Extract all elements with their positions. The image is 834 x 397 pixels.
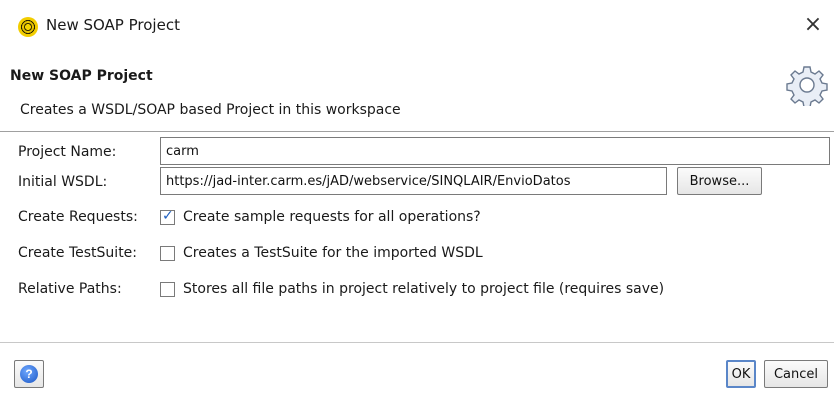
header-description: Creates a WSDL/SOAP based Project in thi… [20,102,401,118]
ok-button[interactable]: OK [726,360,756,388]
dialog-header: New SOAP Project Creates a WSDL/SOAP bas… [0,52,834,132]
relative-paths-option[interactable]: Stores all file paths in project relativ… [160,281,664,297]
header-title: New SOAP Project [10,68,153,84]
relative-paths-text: Stores all file paths in project relativ… [183,281,665,297]
initial-wsdl-label: Initial WSDL: [18,174,108,190]
cancel-button[interactable]: Cancel [764,360,828,388]
help-button[interactable]: ? [14,360,44,388]
title-bar: New SOAP Project × [0,0,834,52]
relative-paths-label: Relative Paths: [18,281,122,297]
create-testsuite-option[interactable]: Creates a TestSuite for the imported WSD… [160,245,483,261]
initial-wsdl-input[interactable] [160,167,667,195]
create-requests-checkbox[interactable] [160,208,175,225]
project-name-label: Project Name: [18,144,117,160]
relative-paths-checkbox[interactable] [160,281,175,297]
window-title: New SOAP Project [46,16,180,34]
create-requests-label: Create Requests: [18,209,138,225]
help-icon: ? [20,365,38,383]
create-testsuite-label: Create TestSuite: [18,245,138,261]
close-button[interactable]: × [800,12,826,38]
create-requests-option[interactable]: Create sample requests for all operation… [160,208,481,225]
project-form: Project Name: Initial WSDL: Browse... Cr… [0,133,834,343]
project-name-input[interactable] [160,137,830,165]
create-testsuite-text: Creates a TestSuite for the imported WSD… [183,245,483,261]
create-requests-text: Create sample requests for all operation… [183,209,481,225]
browse-button[interactable]: Browse... [677,167,762,195]
gear-icon [786,66,828,106]
soapui-app-icon [18,17,38,37]
create-testsuite-checkbox[interactable] [160,245,175,261]
dialog-footer: ? OK Cancel [0,344,834,397]
